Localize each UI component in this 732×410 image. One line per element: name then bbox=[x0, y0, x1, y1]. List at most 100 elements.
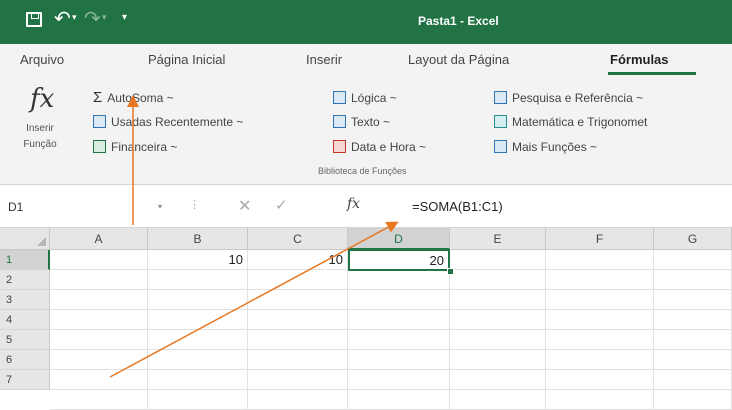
math-trig-button[interactable]: Matemática e Trigonomet bbox=[494, 113, 647, 131]
enter-icon[interactable]: ✓ bbox=[275, 196, 288, 214]
grid-cell[interactable] bbox=[148, 370, 248, 390]
save-icon[interactable] bbox=[26, 12, 42, 27]
more-functions-button[interactable]: Mais Funções ~ bbox=[494, 138, 597, 156]
grid-cell[interactable] bbox=[450, 250, 546, 270]
grid-cell[interactable] bbox=[50, 330, 148, 350]
grid-cell[interactable] bbox=[450, 270, 546, 290]
column-header-f[interactable]: F bbox=[546, 228, 654, 250]
redo-icon[interactable]: ↷ bbox=[84, 9, 101, 29]
grid-cell[interactable] bbox=[546, 330, 654, 350]
grid-cell[interactable] bbox=[348, 290, 450, 310]
formula-bar-splitter-icon[interactable]: ⋮ bbox=[189, 198, 200, 211]
redo-dropdown-icon[interactable]: ▾ bbox=[102, 13, 107, 22]
grid-cell[interactable] bbox=[450, 350, 546, 370]
grid-cell[interactable] bbox=[50, 310, 148, 330]
grid-cell[interactable] bbox=[248, 290, 348, 310]
row-header-7[interactable]: 7 bbox=[0, 370, 50, 390]
grid-cell[interactable] bbox=[348, 370, 450, 390]
cancel-icon[interactable]: ✕ bbox=[238, 196, 251, 216]
grid-cell[interactable] bbox=[348, 330, 450, 350]
undo-dropdown-icon[interactable]: ▾ bbox=[72, 13, 77, 22]
column-header-d[interactable]: D bbox=[348, 228, 450, 250]
column-header-e[interactable]: E bbox=[450, 228, 546, 250]
fill-handle[interactable] bbox=[447, 268, 454, 275]
grid-cell[interactable] bbox=[450, 310, 546, 330]
row-header-3[interactable]: 3 bbox=[0, 290, 50, 310]
grid-cell[interactable] bbox=[654, 330, 732, 350]
grid-cell[interactable] bbox=[248, 270, 348, 290]
select-all-corner[interactable] bbox=[0, 228, 50, 250]
grid-cell[interactable] bbox=[50, 250, 148, 270]
grid-cell[interactable] bbox=[654, 370, 732, 390]
date-time-button[interactable]: Data e Hora ~ bbox=[333, 138, 426, 156]
grid-cell[interactable] bbox=[546, 370, 654, 390]
grid-cell[interactable] bbox=[348, 310, 450, 330]
insert-function-button[interactable]: Inserir Função bbox=[20, 121, 60, 153]
row-header-1[interactable]: 1 bbox=[0, 250, 50, 270]
grid-cell[interactable] bbox=[546, 310, 654, 330]
grid-cell[interactable] bbox=[148, 390, 248, 410]
grid-cell[interactable] bbox=[348, 390, 450, 410]
grid-cell[interactable] bbox=[450, 370, 546, 390]
cell-d1-active[interactable]: 20 bbox=[348, 249, 450, 271]
grid-cell[interactable] bbox=[248, 350, 348, 370]
name-box-dropdown-icon[interactable]: ▾ bbox=[158, 202, 162, 211]
grid-cell[interactable] bbox=[450, 390, 546, 410]
grid-cell[interactable] bbox=[50, 290, 148, 310]
grid-cell[interactable] bbox=[546, 350, 654, 370]
grid-cell[interactable] bbox=[450, 330, 546, 350]
column-header-g[interactable]: G bbox=[654, 228, 732, 250]
grid-cell[interactable] bbox=[450, 290, 546, 310]
autosum-button[interactable]: Σ AutoSoma ~ bbox=[93, 89, 174, 107]
grid-cell[interactable] bbox=[50, 370, 148, 390]
tab-pagina-inicial[interactable]: Página Inicial bbox=[148, 52, 225, 67]
tab-layout-da-pagina[interactable]: Layout da Página bbox=[408, 52, 509, 67]
column-header-b[interactable]: B bbox=[148, 228, 248, 250]
grid-cell[interactable] bbox=[546, 390, 654, 410]
row-header-5[interactable]: 5 bbox=[0, 330, 50, 350]
financial-button[interactable]: Financeira ~ bbox=[93, 138, 177, 156]
grid-cell[interactable] bbox=[148, 270, 248, 290]
grid-cell[interactable] bbox=[654, 250, 732, 270]
grid-cell[interactable] bbox=[50, 350, 148, 370]
grid-cell[interactable] bbox=[654, 350, 732, 370]
grid-cell[interactable] bbox=[654, 310, 732, 330]
row-header-2[interactable]: 2 bbox=[0, 270, 50, 290]
column-header-c[interactable]: C bbox=[248, 228, 348, 250]
cell-c1[interactable]: 10 bbox=[248, 250, 348, 270]
customize-toolbar-icon[interactable]: ▾ bbox=[122, 13, 127, 23]
grid-cell[interactable] bbox=[348, 270, 450, 290]
tab-arquivo[interactable]: Arquivo bbox=[20, 52, 64, 67]
undo-icon[interactable]: ↶ bbox=[54, 9, 71, 29]
name-box[interactable]: D1 bbox=[8, 200, 23, 214]
grid-cell[interactable] bbox=[654, 270, 732, 290]
text-button[interactable]: Texto ~ bbox=[333, 113, 390, 131]
grid-cell[interactable] bbox=[248, 330, 348, 350]
grid-cell[interactable] bbox=[348, 350, 450, 370]
grid-cell[interactable] bbox=[148, 350, 248, 370]
grid-cell[interactable] bbox=[546, 290, 654, 310]
grid-cell[interactable] bbox=[50, 270, 148, 290]
column-header-a[interactable]: A bbox=[50, 228, 148, 250]
grid-cell[interactable] bbox=[148, 330, 248, 350]
logical-button[interactable]: Lógica ~ bbox=[333, 89, 397, 107]
row-header-6[interactable]: 6 bbox=[0, 350, 50, 370]
grid-cell[interactable] bbox=[654, 390, 732, 410]
cell-b1[interactable]: 10 bbox=[148, 250, 248, 270]
grid-cell[interactable] bbox=[148, 290, 248, 310]
insert-function-fx-icon[interactable]: fx bbox=[347, 196, 360, 212]
grid-cell[interactable] bbox=[148, 310, 248, 330]
grid-cell[interactable] bbox=[546, 250, 654, 270]
lookup-reference-button[interactable]: Pesquisa e Referência ~ bbox=[494, 89, 643, 107]
grid-cell[interactable] bbox=[50, 390, 148, 410]
insert-function-icon[interactable]: fx bbox=[30, 84, 54, 114]
tab-inserir[interactable]: Inserir bbox=[306, 52, 342, 67]
grid-cell[interactable] bbox=[248, 310, 348, 330]
grid-cell[interactable] bbox=[248, 370, 348, 390]
grid-cell[interactable] bbox=[654, 290, 732, 310]
tab-formulas[interactable]: Fórmulas bbox=[610, 52, 669, 67]
recently-used-button[interactable]: Usadas Recentemente ~ bbox=[93, 113, 243, 131]
grid-cell[interactable] bbox=[248, 390, 348, 410]
formula-input[interactable]: =SOMA(B1:C1) bbox=[412, 199, 503, 214]
row-header-4[interactable]: 4 bbox=[0, 310, 50, 330]
